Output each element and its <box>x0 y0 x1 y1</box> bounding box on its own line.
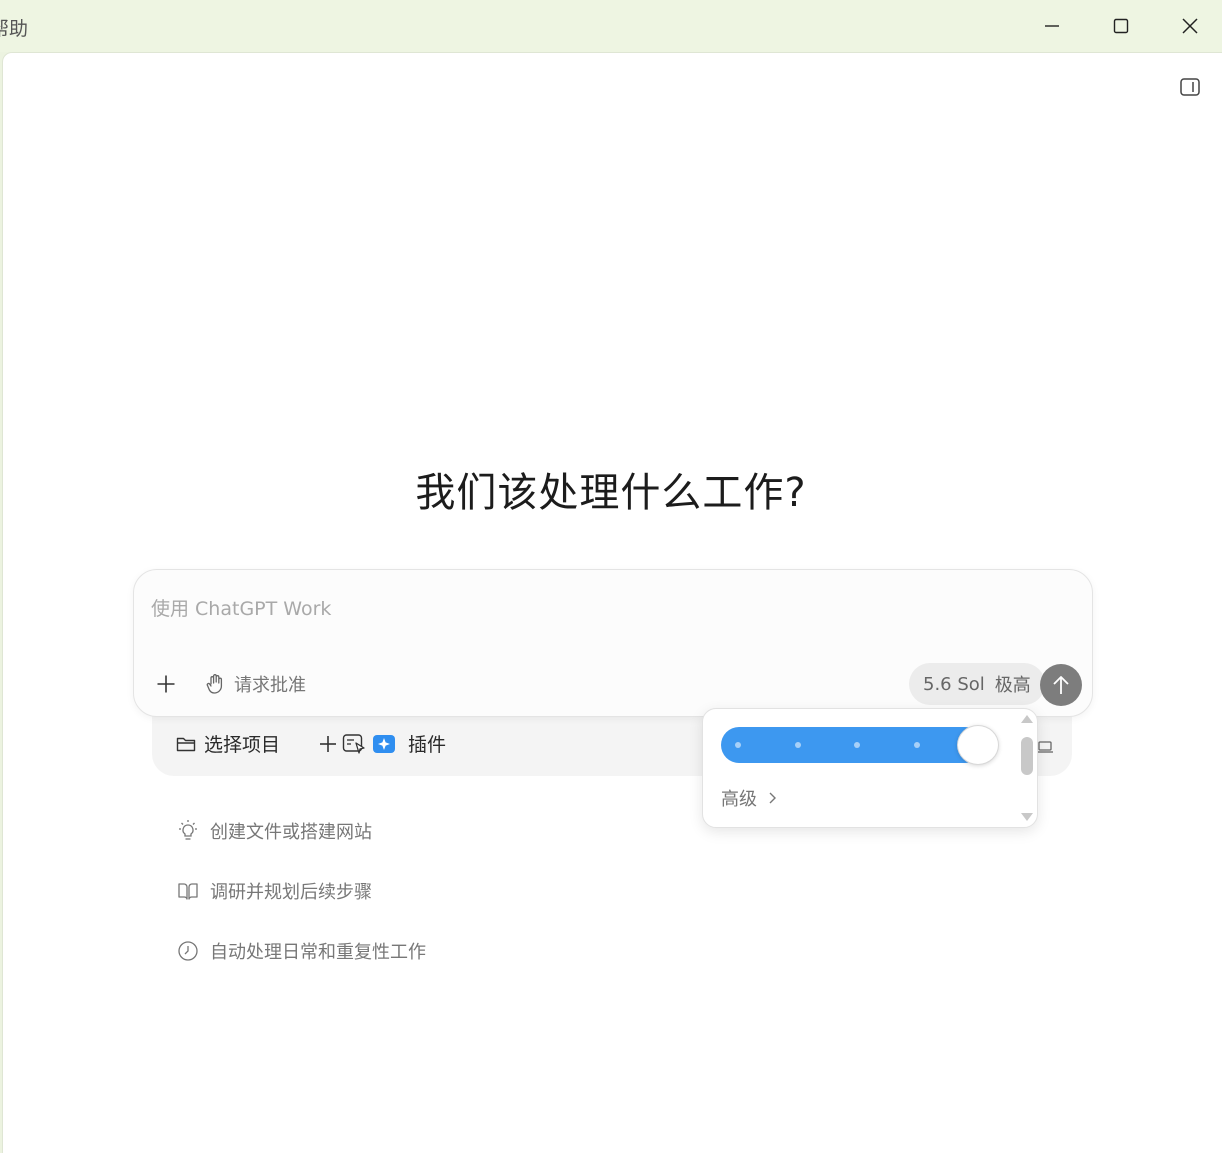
page-title: 我们该处理什么工作? <box>415 470 807 516</box>
slider-step-dot <box>854 742 860 748</box>
close-icon <box>1182 18 1198 34</box>
suggestion-label: 创建文件或搭建网站 <box>210 822 372 843</box>
advanced-settings-link[interactable]: 高级 <box>721 785 777 811</box>
cursor-selection-icon <box>342 733 365 754</box>
plugins-button[interactable]: 插件 <box>318 730 446 757</box>
composer: 请求批准 5.6 Sol 极高 <box>133 569 1093 717</box>
hand-icon <box>206 674 223 694</box>
model-selector-button[interactable]: 5.6 Sol 极高 <box>909 663 1045 705</box>
plus-icon <box>157 675 175 693</box>
plus-icon <box>320 735 336 752</box>
select-project-label: 选择项目 <box>204 734 281 756</box>
book-icon <box>178 883 198 900</box>
suggestion-item[interactable]: 自动处理日常和重复性工作 <box>176 938 426 964</box>
send-button[interactable] <box>1040 664 1082 706</box>
reasoning-slider[interactable] <box>721 727 983 763</box>
folder-icon <box>176 737 196 751</box>
close-button[interactable] <box>1160 6 1220 46</box>
minimize-icon <box>1045 25 1059 27</box>
sparkle-plugin-icon <box>373 734 395 753</box>
suggestion-item[interactable]: 调研并规划后续步骤 <box>176 878 372 904</box>
minimize-button[interactable] <box>1022 6 1082 46</box>
maximize-icon <box>1113 18 1129 34</box>
help-menu[interactable]: 帮助 <box>0 14 28 41</box>
suggestion-label: 调研并规划后续步骤 <box>210 882 372 903</box>
scroll-down-button[interactable] <box>1019 811 1035 823</box>
arrow-up-icon <box>1053 676 1069 694</box>
add-attachment-button[interactable] <box>152 670 180 698</box>
model-name: 5.6 Sol <box>923 673 985 695</box>
scrollbar-thumb[interactable] <box>1021 737 1033 775</box>
reasoning-level: 极高 <box>994 675 1031 696</box>
select-project-button[interactable]: 选择项目 <box>176 730 280 757</box>
maximize-button[interactable] <box>1091 6 1151 46</box>
advanced-label: 高级 <box>721 789 757 810</box>
request-approval-label: 请求批准 <box>234 675 306 696</box>
panel-toggle-icon <box>1180 78 1200 96</box>
suggestion-label: 自动处理日常和重复性工作 <box>210 942 426 963</box>
reasoning-level-popup: 高级 <box>702 708 1038 828</box>
triangle-down-icon <box>1021 813 1033 821</box>
laptop-icon[interactable] <box>1036 738 1054 756</box>
slider-step-dot <box>914 742 920 748</box>
slider-step-dot <box>795 742 801 748</box>
triangle-up-icon <box>1021 715 1033 723</box>
plugins-label: 插件 <box>408 734 447 756</box>
slider-step-dot <box>735 742 741 748</box>
prompt-input[interactable] <box>151 594 1051 624</box>
lightbulb-icon <box>179 820 197 840</box>
clock-icon <box>178 941 198 961</box>
suggestion-item[interactable]: 创建文件或搭建网站 <box>176 818 372 844</box>
chevron-right-icon <box>769 792 776 804</box>
title-bar: 帮助 <box>0 0 1222 52</box>
request-approval-button[interactable]: 请求批准 <box>206 670 306 698</box>
scroll-up-button[interactable] <box>1019 713 1035 725</box>
sidebar-toggle-button[interactable] <box>1178 76 1202 98</box>
slider-handle[interactable] <box>957 725 999 765</box>
